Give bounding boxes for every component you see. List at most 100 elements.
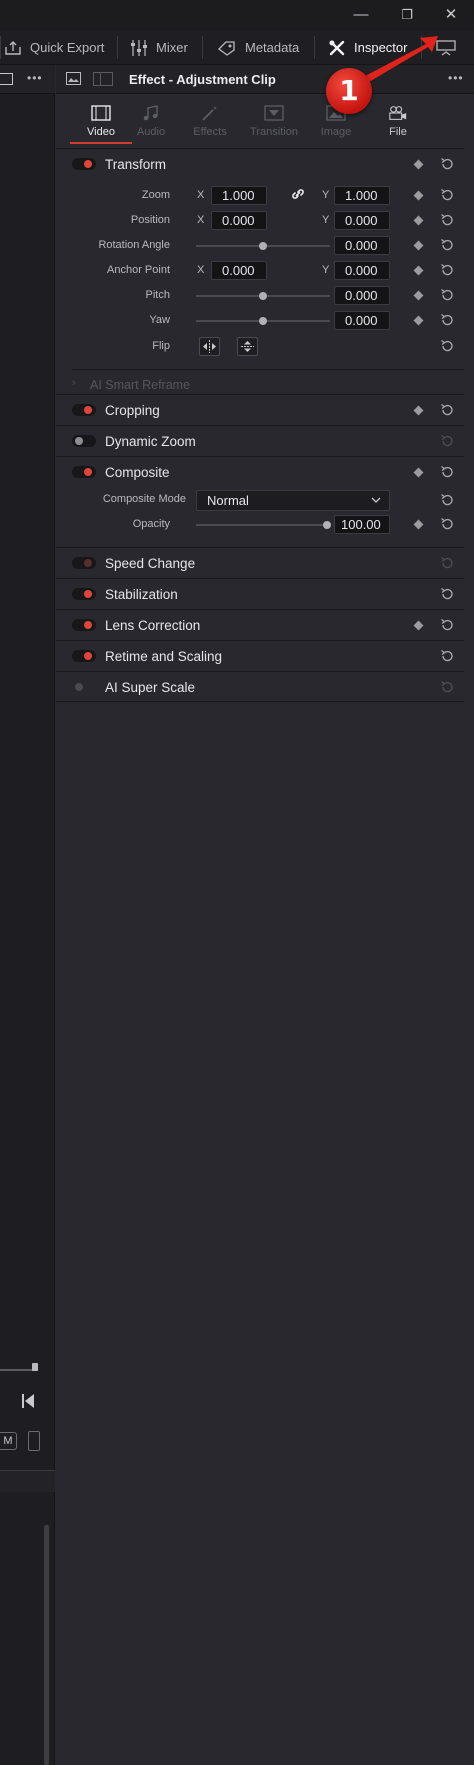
tab-image-label: Image <box>320 126 352 138</box>
ai-super-scale-reset-icon[interactable] <box>440 680 454 694</box>
viewer-mode-icon[interactable] <box>0 73 13 85</box>
zoom-y-input[interactable]: 1.000 <box>334 186 390 205</box>
lens-correction-reset-icon[interactable] <box>440 618 454 632</box>
flip-reset-icon[interactable] <box>440 339 454 353</box>
flip-vertical-button[interactable] <box>237 337 258 356</box>
transform-reset-icon[interactable] <box>440 157 454 171</box>
retime-scaling-header[interactable]: Retime and Scaling <box>56 641 464 671</box>
speed-change-reset-icon[interactable] <box>440 556 454 570</box>
composite-mode-value: Normal <box>207 493 249 508</box>
inspector-more-button[interactable]: ••• <box>448 71 464 85</box>
smart-reframe-label[interactable]: AI Smart Reframe <box>90 378 190 392</box>
lane-handle[interactable] <box>28 1431 40 1451</box>
speed-change-title: Speed Change <box>105 556 196 571</box>
composite-header[interactable]: Composite <box>56 457 464 487</box>
stabilization-header[interactable]: Stabilization <box>56 579 464 609</box>
tab-file[interactable]: File <box>363 95 433 146</box>
minimize-button[interactable]: — <box>346 4 376 26</box>
link-icon[interactable] <box>290 186 306 202</box>
tab-effects[interactable]: Effects <box>175 95 245 146</box>
dynamic-zoom-title: Dynamic Zoom <box>105 434 196 449</box>
pitch-slider-knob[interactable] <box>259 292 267 300</box>
pitch-reset-icon[interactable] <box>440 288 454 302</box>
anchor-reset-icon[interactable] <box>440 263 454 277</box>
zoom-label: Zoom <box>141 189 170 201</box>
stabilization-reset-icon[interactable] <box>440 587 454 601</box>
close-button[interactable]: ✕ <box>436 4 466 26</box>
rotation-reset-icon[interactable] <box>440 238 454 252</box>
split-view-icon[interactable] <box>93 72 113 86</box>
stabilization-toggle[interactable] <box>72 588 96 600</box>
lens-correction-toggle[interactable] <box>72 619 96 631</box>
dynamic-zoom-reset-icon[interactable] <box>440 434 454 448</box>
opacity-slider[interactable] <box>196 524 330 526</box>
vertical-scrollbar[interactable] <box>44 1525 49 1765</box>
anchor-keyframe-icon[interactable] <box>413 265 424 276</box>
tab-transition[interactable]: Transition <box>239 95 309 146</box>
composite-mode-reset-icon[interactable] <box>440 493 454 507</box>
anchor-y-input[interactable]: 0.000 <box>334 261 390 280</box>
transform-keyframe-icon[interactable] <box>413 159 424 170</box>
composite-reset-icon[interactable] <box>440 465 454 479</box>
zoom-x-input[interactable]: 1.000 <box>211 186 267 205</box>
opacity-keyframe-icon[interactable] <box>413 519 424 530</box>
anchor-y-axis: Y <box>322 264 330 276</box>
yaw-slider-knob[interactable] <box>259 317 267 325</box>
ai-super-scale-header[interactable]: AI Super Scale <box>56 672 464 702</box>
anchor-x-input[interactable]: 0.000 <box>211 261 267 280</box>
opacity-reset-icon[interactable] <box>440 517 454 531</box>
opacity-input[interactable]: 100.00 <box>334 515 390 534</box>
zoom-reset-icon[interactable] <box>440 188 454 202</box>
composite-toggle[interactable] <box>72 466 96 478</box>
yaw-keyframe-icon[interactable] <box>413 315 424 326</box>
rotation-slider-knob[interactable] <box>259 242 267 250</box>
position-reset-icon[interactable] <box>440 213 454 227</box>
dynamic-zoom-section: Dynamic Zoom <box>56 425 464 456</box>
retime-scaling-toggle[interactable] <box>72 650 96 662</box>
transform-toggle[interactable] <box>72 158 96 170</box>
m-button[interactable]: M <box>0 1432 17 1450</box>
yaw-reset-icon[interactable] <box>440 313 454 327</box>
restore-button[interactable]: ❐ <box>392 4 422 26</box>
yaw-input[interactable]: 0.000 <box>334 311 390 330</box>
position-x-input[interactable]: 0.000 <box>211 211 267 230</box>
mixer-button[interactable]: Mixer <box>130 30 188 65</box>
metadata-button[interactable]: Metadata <box>217 30 299 65</box>
cropping-keyframe-icon[interactable] <box>413 405 424 416</box>
dynamic-zoom-header[interactable]: Dynamic Zoom <box>56 426 464 456</box>
lens-correction-header[interactable]: Lens Correction <box>56 610 464 640</box>
quick-export-button[interactable]: Quick Export <box>4 30 104 65</box>
cropping-header[interactable]: Cropping <box>56 395 464 425</box>
rotation-keyframe-icon[interactable] <box>413 240 424 251</box>
position-y-input[interactable]: 0.000 <box>334 211 390 230</box>
mixer-icon <box>131 39 147 56</box>
position-x-axis: X <box>197 214 205 226</box>
transform-header[interactable]: Transform <box>56 149 464 179</box>
cropping-toggle[interactable] <box>72 404 96 416</box>
zoom-keyframe-icon[interactable] <box>413 190 424 201</box>
ai-super-scale-toggle[interactable] <box>72 681 96 693</box>
cropping-reset-icon[interactable] <box>440 403 454 417</box>
retime-scaling-reset-icon[interactable] <box>440 649 454 663</box>
left-panel-more-button[interactable]: ••• <box>27 71 43 85</box>
speed-change-header[interactable]: Speed Change <box>56 548 464 578</box>
composite-title: Composite <box>105 465 170 480</box>
composite-mode-label: Composite Mode <box>102 493 186 505</box>
flip-horizontal-button[interactable] <box>199 337 220 356</box>
smart-reframe-divider <box>72 369 464 370</box>
dynamic-zoom-toggle[interactable] <box>72 435 96 447</box>
timeline-ruler <box>0 1470 55 1492</box>
rotation-angle-input[interactable]: 0.000 <box>334 236 390 255</box>
position-keyframe-icon[interactable] <box>413 215 424 226</box>
composite-keyframe-icon[interactable] <box>413 467 424 478</box>
retime-scaling-section: Retime and Scaling <box>56 640 464 671</box>
go-to-start-icon[interactable] <box>22 1394 34 1408</box>
pitch-input[interactable]: 0.000 <box>334 286 390 305</box>
lens-correction-keyframe-icon[interactable] <box>413 620 424 631</box>
pitch-keyframe-icon[interactable] <box>413 290 424 301</box>
composite-mode-dropdown[interactable]: Normal <box>196 490 390 511</box>
opacity-slider-knob[interactable] <box>323 521 331 529</box>
speed-change-toggle[interactable] <box>72 557 96 569</box>
smart-reframe-chevron-icon[interactable]: › <box>72 377 76 389</box>
inspector-title: Effect - Adjustment Clip <box>129 72 276 87</box>
